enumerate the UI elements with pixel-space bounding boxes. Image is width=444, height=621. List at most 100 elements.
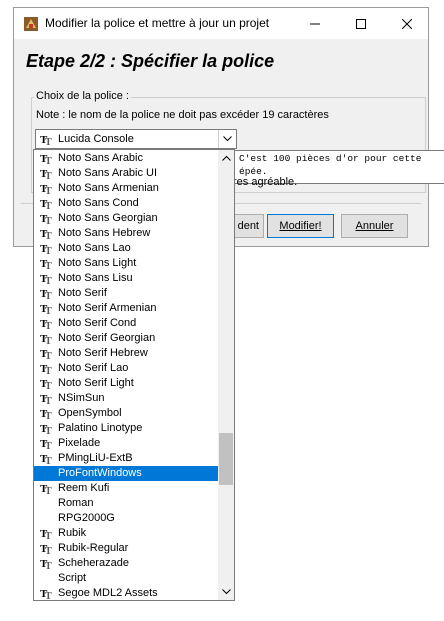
close-button[interactable] bbox=[384, 8, 430, 39]
dropdown-item-label: Reem Kufi bbox=[58, 482, 110, 494]
dropdown-item[interactable]: RPG2000G bbox=[34, 511, 218, 526]
dropdown-item[interactable]: ProFontWindows bbox=[34, 466, 218, 481]
dropdown-item[interactable]: T T Rubik bbox=[34, 526, 218, 541]
dropdown-item[interactable]: T T Noto Sans Armenian bbox=[34, 181, 218, 196]
close-icon bbox=[402, 18, 412, 29]
dropdown-item[interactable]: T T Pixelade bbox=[34, 436, 218, 451]
combobox-dropdown-button[interactable] bbox=[218, 130, 236, 148]
dropdown-item[interactable]: T T Noto Sans Lao bbox=[34, 241, 218, 256]
dropdown-item[interactable]: T T Noto Serif Georgian bbox=[34, 331, 218, 346]
minimize-button[interactable] bbox=[292, 8, 338, 39]
dropdown-item[interactable]: T T Noto Sans Arabic UI bbox=[34, 166, 218, 181]
dropdown-item[interactable]: T T Noto Sans Cond bbox=[34, 196, 218, 211]
dropdown-item-label: Noto Serif Light bbox=[58, 377, 134, 389]
dropdown-item[interactable]: T T Reem Kufi bbox=[34, 481, 218, 496]
group-label: Choix de la police : bbox=[34, 90, 131, 102]
dropdown-item[interactable]: Roman bbox=[34, 496, 218, 511]
dropdown-item[interactable]: T T Noto Serif bbox=[34, 286, 218, 301]
dropdown-item[interactable]: T T OpenSymbol bbox=[34, 406, 218, 421]
dropdown-item-label: Script bbox=[58, 572, 87, 584]
dropdown-item[interactable]: Script bbox=[34, 571, 218, 586]
truetype-font-icon: TT bbox=[40, 213, 52, 224]
dropdown-item-label: Scheherazade bbox=[58, 557, 129, 569]
hint-text: res agréable. bbox=[233, 176, 298, 188]
dropdown-item[interactable]: T T Noto Sans Hebrew bbox=[34, 226, 218, 241]
maximize-button[interactable] bbox=[338, 8, 384, 39]
truetype-font-icon: TT bbox=[40, 438, 52, 449]
cancel-button[interactable]: Annuler bbox=[341, 214, 408, 238]
dropdown-item-label: Noto Sans Arabic bbox=[58, 152, 143, 164]
chevron-up-icon bbox=[221, 155, 231, 161]
truetype-font-icon: TT bbox=[40, 393, 52, 404]
dropdown-item[interactable]: T T Segoe MDL2 Assets bbox=[34, 586, 218, 600]
svg-text:T: T bbox=[45, 276, 52, 284]
svg-text:T: T bbox=[45, 201, 52, 209]
truetype-font-icon: TT bbox=[40, 378, 52, 389]
cancel-button-label: Annuler bbox=[355, 220, 394, 232]
svg-text:T: T bbox=[45, 366, 52, 374]
truetype-font-icon: TT bbox=[40, 543, 52, 554]
truetype-font-icon: TT bbox=[40, 558, 52, 569]
svg-text:T: T bbox=[45, 246, 52, 254]
truetype-font-icon: TT bbox=[40, 303, 52, 314]
dropdown-item-label: Noto Sans Georgian bbox=[58, 212, 158, 224]
svg-text:T: T bbox=[45, 411, 52, 419]
dropdown-item[interactable]: T T Noto Sans Lisu bbox=[34, 271, 218, 286]
scroll-thumb[interactable] bbox=[219, 433, 233, 485]
dropdown-item[interactable]: T T Noto Serif Hebrew bbox=[34, 346, 218, 361]
dropdown-item[interactable]: T T Rubik-Regular bbox=[34, 541, 218, 556]
dropdown-item-label: Pixelade bbox=[58, 437, 101, 449]
title-bar[interactable]: Modifier la police et mettre à jour un p… bbox=[14, 8, 428, 39]
scroll-up-button[interactable] bbox=[218, 150, 234, 166]
svg-text:T: T bbox=[45, 216, 52, 224]
svg-text:T: T bbox=[45, 456, 52, 464]
dropdown-item[interactable]: T T Noto Sans Light bbox=[34, 256, 218, 271]
dropdown-item-label: Palatino Linotype bbox=[58, 422, 143, 434]
svg-text:T: T bbox=[45, 486, 52, 494]
svg-text:T: T bbox=[45, 186, 52, 194]
dropdown-item-label: PMingLiU-ExtB bbox=[58, 452, 133, 464]
truetype-font-icon: TT bbox=[40, 408, 52, 419]
dropdown-item[interactable]: T T PMingLiU-ExtB bbox=[34, 451, 218, 466]
dropdown-item[interactable]: T T Noto Sans Georgian bbox=[34, 211, 218, 226]
svg-text:T: T bbox=[45, 591, 52, 599]
truetype-font-icon: TT bbox=[40, 348, 52, 359]
dropdown-item[interactable]: T T Noto Sans Arabic bbox=[34, 151, 218, 166]
dropdown-item[interactable]: T T Scheherazade bbox=[34, 556, 218, 571]
dropdown-item-label: Segoe MDL2 Assets bbox=[58, 587, 158, 599]
scroll-down-button[interactable] bbox=[218, 584, 234, 600]
dropdown-item-label: Noto Serif Cond bbox=[58, 317, 137, 329]
font-combobox[interactable]: T T Lucida Console bbox=[35, 129, 237, 149]
window-title: Modifier la police et mettre à jour un p… bbox=[45, 16, 270, 30]
dropdown-item-label: OpenSymbol bbox=[58, 407, 122, 419]
truetype-font-icon: TT bbox=[40, 333, 52, 344]
dropdown-item[interactable]: T T Noto Serif Lao bbox=[34, 361, 218, 376]
dropdown-item-label: Noto Sans Lao bbox=[58, 242, 131, 254]
svg-text:T: T bbox=[45, 351, 52, 359]
svg-text:T: T bbox=[45, 546, 52, 554]
svg-text:T: T bbox=[45, 137, 52, 145]
modify-button[interactable]: Modifier! bbox=[267, 214, 334, 238]
previous-button-label: dent bbox=[237, 220, 259, 232]
dropdown-item-label: Rubik-Regular bbox=[58, 542, 129, 554]
dropdown-item-label: ProFontWindows bbox=[58, 467, 142, 479]
svg-text:T: T bbox=[45, 426, 52, 434]
dropdown-scrollbar[interactable] bbox=[218, 150, 234, 600]
dropdown-item[interactable]: T T Noto Serif Light bbox=[34, 376, 218, 391]
dropdown-item-label: Noto Serif bbox=[58, 287, 107, 299]
font-dropdown-list[interactable]: T T Noto Sans Arabic T T Noto Sans Arabic UI T… bbox=[33, 149, 235, 601]
dropdown-item-label: Noto Sans Cond bbox=[58, 197, 139, 209]
truetype-font-icon: TT bbox=[40, 288, 52, 299]
dropdown-item[interactable]: T T Noto Serif Armenian bbox=[34, 301, 218, 316]
svg-text:T: T bbox=[45, 156, 52, 164]
minimize-icon bbox=[310, 23, 320, 24]
dropdown-item[interactable]: T T NSimSun bbox=[34, 391, 218, 406]
truetype-font-icon: T T bbox=[40, 134, 52, 145]
dropdown-item[interactable]: T T Noto Serif Cond bbox=[34, 316, 218, 331]
dropdown-item[interactable]: T T Palatino Linotype bbox=[34, 421, 218, 436]
svg-text:T: T bbox=[45, 441, 52, 449]
truetype-font-icon: TT bbox=[40, 183, 52, 194]
svg-text:T: T bbox=[45, 171, 52, 179]
maximize-icon bbox=[356, 18, 366, 29]
step-heading: Etape 2/2 : Spécifier la police bbox=[26, 51, 275, 71]
